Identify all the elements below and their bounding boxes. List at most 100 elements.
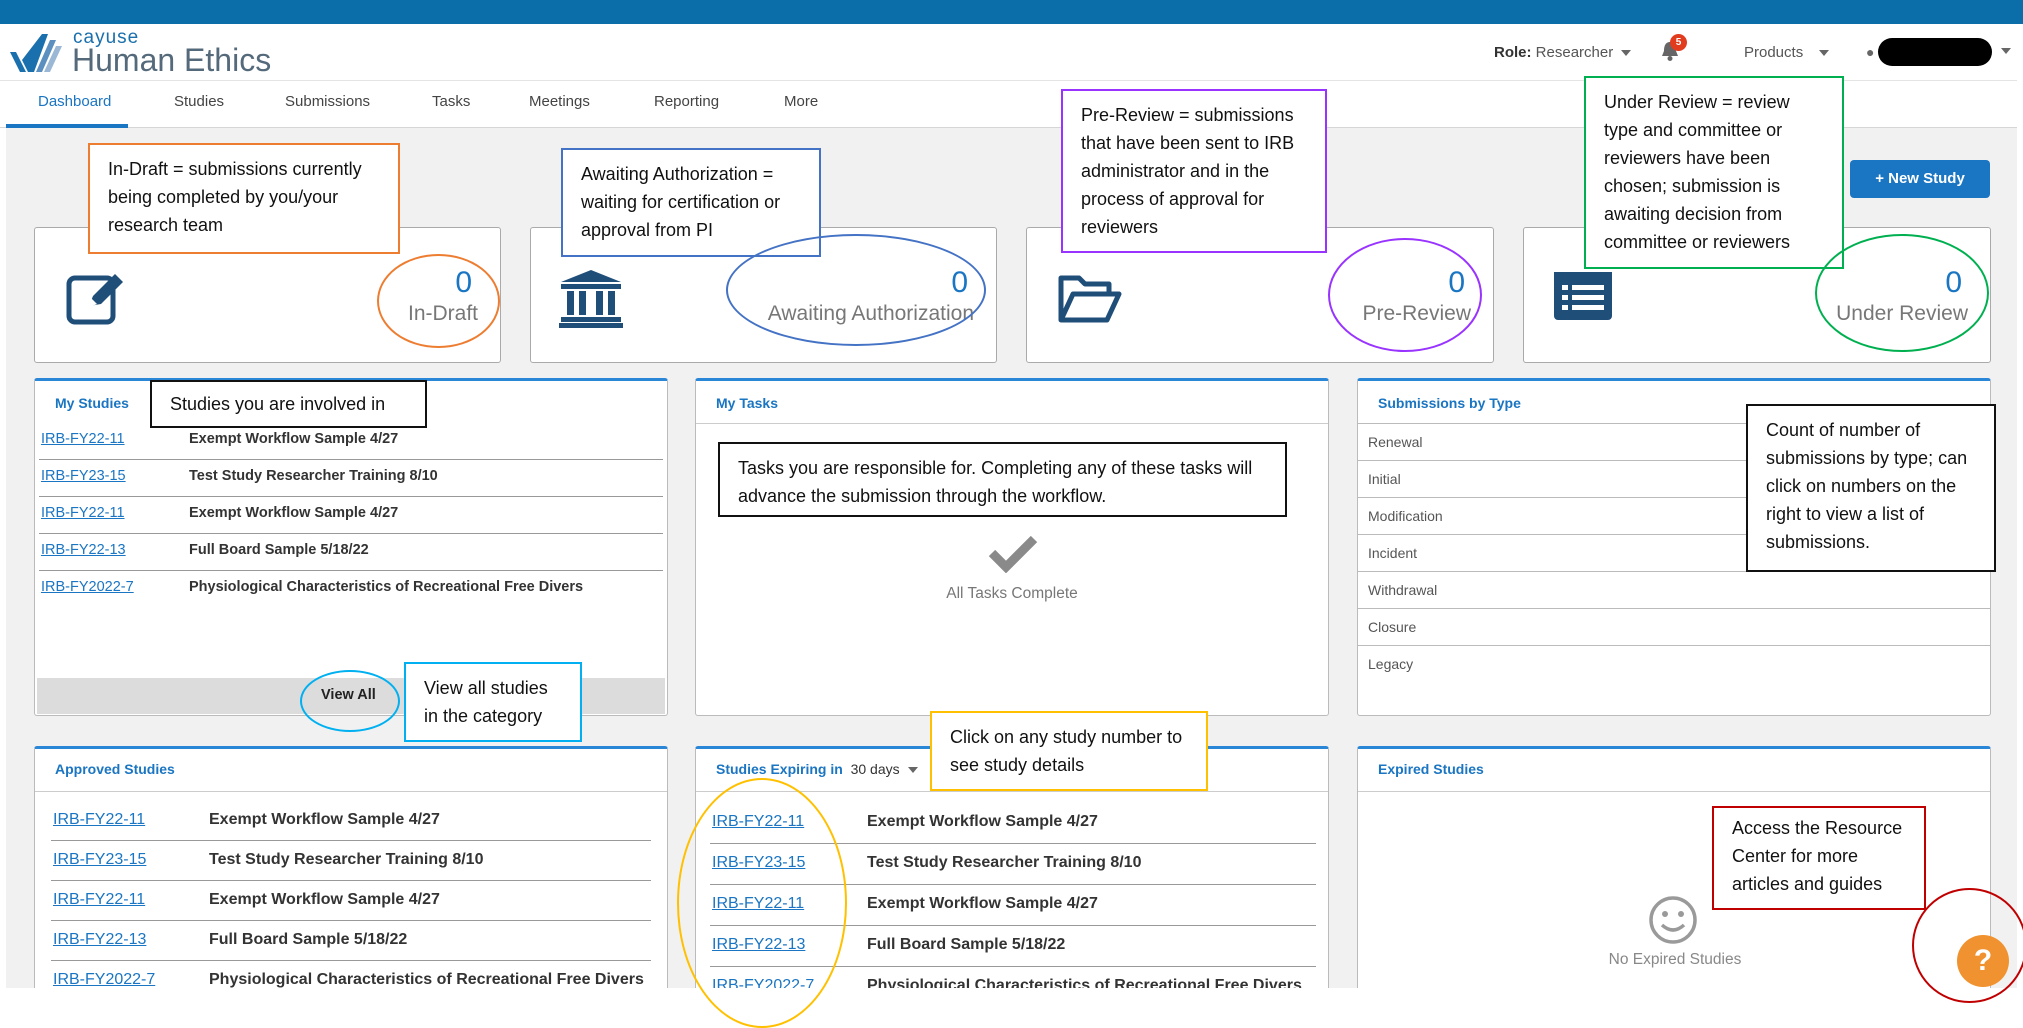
institution-icon (559, 270, 623, 328)
user-name-redacted[interactable] (1878, 38, 1992, 66)
products-menu[interactable]: Products (1744, 44, 1830, 61)
annotation-count-types: Count of number of submissions by type; … (1746, 404, 1996, 572)
study-name: Full Board Sample 5/18/22 (867, 936, 1066, 953)
approved-studies-title: Approved Studies (55, 761, 175, 777)
my-tasks-panel: My Tasks All Tasks Complete (695, 378, 1329, 716)
tab-studies[interactable]: Studies (174, 93, 224, 110)
chevron-down-icon (1819, 50, 1830, 57)
study-name: Exempt Workflow Sample 4/27 (867, 813, 1098, 830)
checkmark-icon (988, 535, 1038, 573)
app-header (0, 24, 2023, 80)
study-link[interactable]: IRB-FY23-15 (41, 468, 126, 484)
table-row: IRB-FY2022-7 Physiological Characteristi… (39, 571, 663, 608)
notification-badge: 5 (1670, 34, 1687, 51)
study-link[interactable]: IRB-FY2022-7 (41, 579, 134, 595)
annotation-oval-pre-review (1328, 238, 1482, 352)
studies-expiring-label: Studies Expiring in (716, 761, 843, 777)
tab-more[interactable]: More (784, 93, 818, 110)
role-selector[interactable]: Role: Researcher (1494, 44, 1632, 61)
study-name: Exempt Workflow Sample 4/27 (189, 431, 399, 447)
study-link[interactable]: IRB-FY22-11 (53, 811, 145, 829)
study-link[interactable]: IRB-FY22-13 (41, 542, 126, 558)
table-row: IRB-FY23-15 Test Study Researcher Traini… (51, 841, 651, 881)
study-name: Physiological Characteristics of Recreat… (189, 579, 584, 595)
submissions-by-type-title: Submissions by Type (1378, 395, 1521, 411)
user-icon[interactable]: ● (1866, 44, 1874, 60)
study-link[interactable]: IRB-FY23-15 (53, 851, 146, 869)
study-name: Full Board Sample 5/18/22 (209, 931, 408, 948)
study-name: Full Board Sample 5/18/22 (189, 542, 369, 558)
tab-meetings[interactable]: Meetings (529, 93, 590, 110)
bottom-margin (0, 988, 2023, 1028)
chevron-down-icon[interactable] (2001, 48, 2011, 54)
expiring-range-value: 30 days (850, 761, 900, 777)
table-row: IRB-FY23-15 Test Study Researcher Traini… (39, 460, 663, 497)
new-study-button[interactable]: + New Study (1850, 160, 1990, 198)
annotation-oval-in-draft (377, 254, 500, 348)
study-name: Exempt Workflow Sample 4/27 (209, 811, 440, 828)
study-name: Test Study Researcher Training 8/10 (867, 854, 1142, 871)
annotation-oval-awaiting (726, 234, 986, 346)
annotation-oval-under-review (1815, 234, 1989, 352)
table-row: IRB-FY22-11 Exempt Workflow Sample 4/27 (51, 881, 651, 921)
study-link[interactable]: IRB-FY2022-7 (53, 971, 155, 989)
divider (696, 423, 1328, 424)
expiring-range-select[interactable]: 30 days (847, 761, 918, 777)
chevron-down-icon (907, 767, 918, 774)
chevron-down-icon (1621, 50, 1632, 57)
study-name: Test Study Researcher Training 8/10 (209, 851, 484, 868)
role-label: Role: (1494, 44, 1532, 61)
annotation-under-review: Under Review = review type and committee… (1584, 76, 1844, 269)
annotation-tasks: Tasks you are responsible for. Completin… (718, 442, 1287, 517)
tab-reporting[interactable]: Reporting (654, 93, 719, 110)
tab-tasks[interactable]: Tasks (432, 93, 470, 110)
table-row: IRB-FY22-13 Full Board Sample 5/18/22 (39, 534, 663, 571)
annotation-view-all: View all studies in the category (404, 662, 582, 742)
smiley-icon (1649, 896, 1697, 944)
expired-studies-title: Expired Studies (1378, 761, 1484, 777)
annotation-in-draft: In-Draft = submissions currently being c… (88, 143, 400, 254)
study-name: Test Study Researcher Training 8/10 (189, 468, 438, 484)
annotation-resource-center: Access the Resource Center for more arti… (1712, 806, 1926, 910)
divider (1358, 791, 1990, 792)
study-link[interactable]: IRB-FY22-11 (41, 431, 125, 447)
annotation-oval-view-all (300, 670, 400, 732)
annotation-studies-involved: Studies you are involved in (150, 380, 427, 428)
study-name: Exempt Workflow Sample 4/27 (189, 505, 399, 521)
submission-type-withdrawal[interactable]: Withdrawal (1358, 572, 1990, 609)
my-studies-title: My Studies (55, 395, 129, 411)
annotation-oval-help (1912, 888, 2023, 1003)
annotation-awaiting-authorization: Awaiting Authorization = waiting for cer… (561, 148, 821, 257)
tasks-empty-message: All Tasks Complete (946, 585, 1078, 602)
table-row: IRB-FY22-11 Exempt Workflow Sample 4/27 (39, 497, 663, 534)
study-name: Physiological Characteristics of Recreat… (209, 971, 644, 988)
my-tasks-title: My Tasks (716, 395, 778, 411)
studies-expiring-title: Studies Expiring in 30 days (716, 761, 918, 777)
tab-submissions[interactable]: Submissions (285, 93, 370, 110)
study-link[interactable]: IRB-FY22-11 (41, 505, 125, 521)
study-name: Exempt Workflow Sample 4/27 (867, 895, 1098, 912)
submission-type-legacy[interactable]: Legacy (1358, 646, 1990, 683)
study-link[interactable]: IRB-FY22-13 (53, 931, 146, 949)
expired-empty-message: No Expired Studies (1608, 951, 1742, 968)
role-value: Researcher (1535, 44, 1614, 61)
products-label: Products (1744, 44, 1804, 61)
annotation-click-study: Click on any study number to see study d… (930, 711, 1208, 791)
submission-type-closure[interactable]: Closure (1358, 609, 1990, 646)
annotation-oval-study-ids (677, 778, 847, 1028)
edit-icon (66, 274, 123, 325)
table-row: IRB-FY22-11 Exempt Workflow Sample 4/27 (51, 801, 651, 841)
annotation-pre-review: Pre-Review = submissions that have been … (1061, 89, 1327, 253)
table-row: IRB-FY22-13 Full Board Sample 5/18/22 (51, 921, 651, 961)
study-name: Exempt Workflow Sample 4/27 (209, 891, 440, 908)
tab-dashboard[interactable]: Dashboard (38, 93, 111, 110)
top-strip (0, 0, 2023, 24)
brand-title: Human Ethics (72, 42, 272, 78)
study-link[interactable]: IRB-FY22-11 (53, 891, 145, 909)
cayuse-logo-icon (10, 34, 62, 72)
approved-studies-panel: Approved Studies IRB-FY22-11 Exempt Work… (34, 746, 668, 998)
table-row: IRB-FY22-11 Exempt Workflow Sample 4/27 (39, 423, 663, 460)
folder-open-icon (1058, 275, 1122, 323)
divider (35, 791, 667, 792)
list-icon (1554, 272, 1612, 320)
